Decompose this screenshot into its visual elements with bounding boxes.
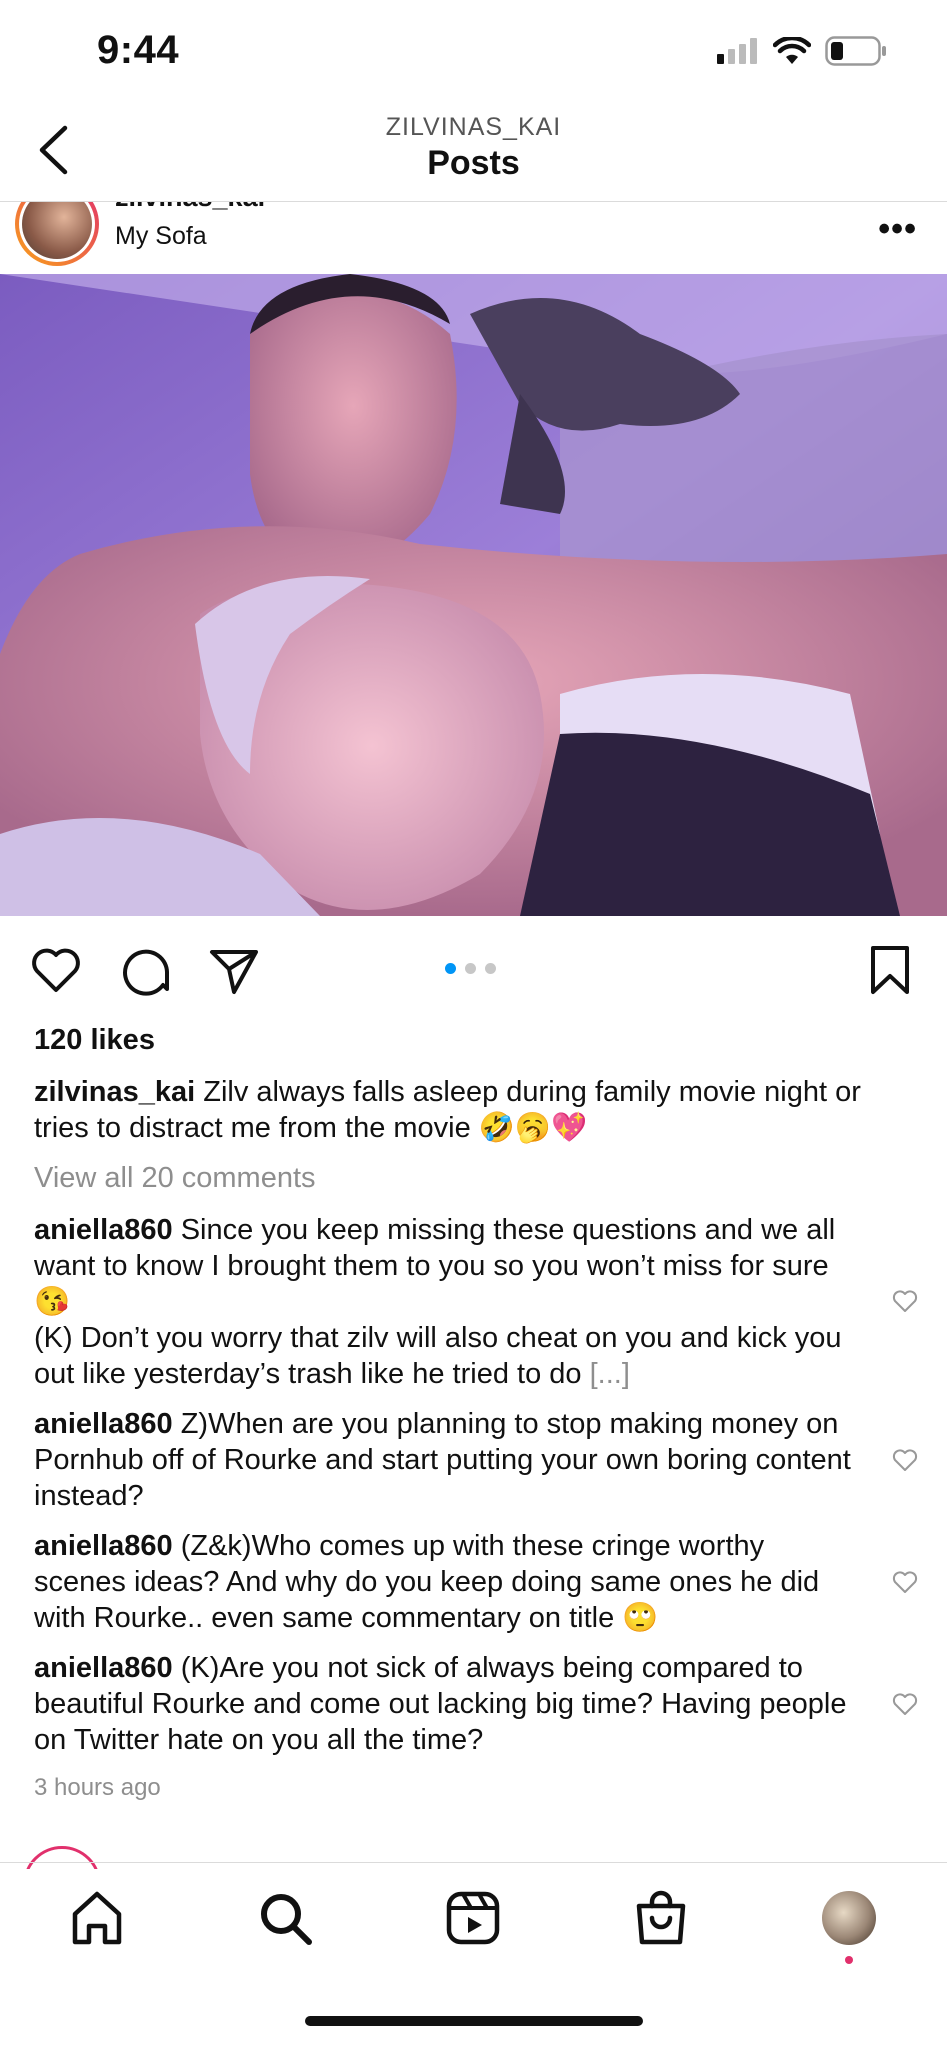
comment-username[interactable]: aniella860 (34, 1214, 173, 1246)
comment-text-continued: (K) Don’t you worry that zilv will also … (34, 1322, 842, 1390)
carousel-indicator (445, 963, 496, 974)
comment-like-heart-icon[interactable] (891, 1287, 919, 1315)
post-photo-illustration (0, 274, 947, 916)
comment-more-link[interactable]: [...] (590, 1358, 630, 1390)
post-timestamp: 3 hours ago (34, 1774, 161, 1801)
post-photo[interactable] (0, 274, 947, 916)
comment-item: aniella860 Z)When are you planning to st… (34, 1406, 864, 1514)
share-paper-plane-icon[interactable] (206, 942, 262, 998)
likes-count[interactable]: 120 likes (34, 1022, 914, 1058)
home-indicator (305, 2016, 643, 2026)
comment-like-heart-icon[interactable] (891, 1446, 919, 1474)
tab-bar-divider (0, 1862, 947, 1863)
reels-icon[interactable] (443, 1888, 503, 1948)
comment-like-heart-icon[interactable] (891, 1690, 919, 1718)
post-username[interactable]: zilvinas_kai (115, 202, 265, 213)
comment-like-heart-icon[interactable] (891, 1568, 919, 1596)
search-icon[interactable] (255, 1888, 315, 1948)
carousel-dot (485, 963, 496, 974)
carousel-dot-active (445, 963, 456, 974)
wifi-icon (773, 37, 811, 64)
page-title: Posts (427, 144, 520, 182)
post-caption: zilvinas_kai Zilv always falls asleep du… (34, 1074, 914, 1146)
status-time: 9:44 (97, 28, 180, 72)
caption-username[interactable]: zilvinas_kai (34, 1076, 195, 1108)
shop-bag-icon[interactable] (631, 1888, 691, 1948)
carousel-dot (465, 963, 476, 974)
post-avatar[interactable] (15, 202, 99, 266)
post-header: zilvinas_kai My Sofa ••• (0, 202, 947, 274)
comment-username[interactable]: aniella860 (34, 1530, 173, 1562)
home-icon[interactable] (67, 1888, 127, 1948)
profile-avatar-tab[interactable] (822, 1891, 876, 1945)
battery-icon (825, 36, 886, 66)
save-bookmark-icon[interactable] (862, 942, 918, 998)
comment-username[interactable]: aniella860 (34, 1652, 173, 1684)
post-location[interactable]: My Sofa (115, 222, 207, 251)
view-all-comments-link[interactable]: View all 20 comments (34, 1160, 914, 1196)
cellular-signal-icon (717, 38, 757, 64)
like-heart-icon[interactable] (28, 942, 84, 998)
comment-username[interactable]: aniella860 (34, 1408, 173, 1440)
comment-item: aniella860 (K)Are you not sick of always… (34, 1650, 864, 1758)
status-icons (717, 36, 887, 66)
notification-dot (845, 1956, 853, 1964)
comment-item: aniella860 (Z&k)Who comes up with these … (34, 1528, 864, 1636)
more-options-icon[interactable]: ••• (878, 210, 917, 249)
header-username: ZILVINAS_KAI (385, 113, 562, 141)
comment-bubble-icon[interactable] (117, 942, 173, 998)
comment-item: aniella860 Since you keep missing these … (34, 1212, 864, 1392)
